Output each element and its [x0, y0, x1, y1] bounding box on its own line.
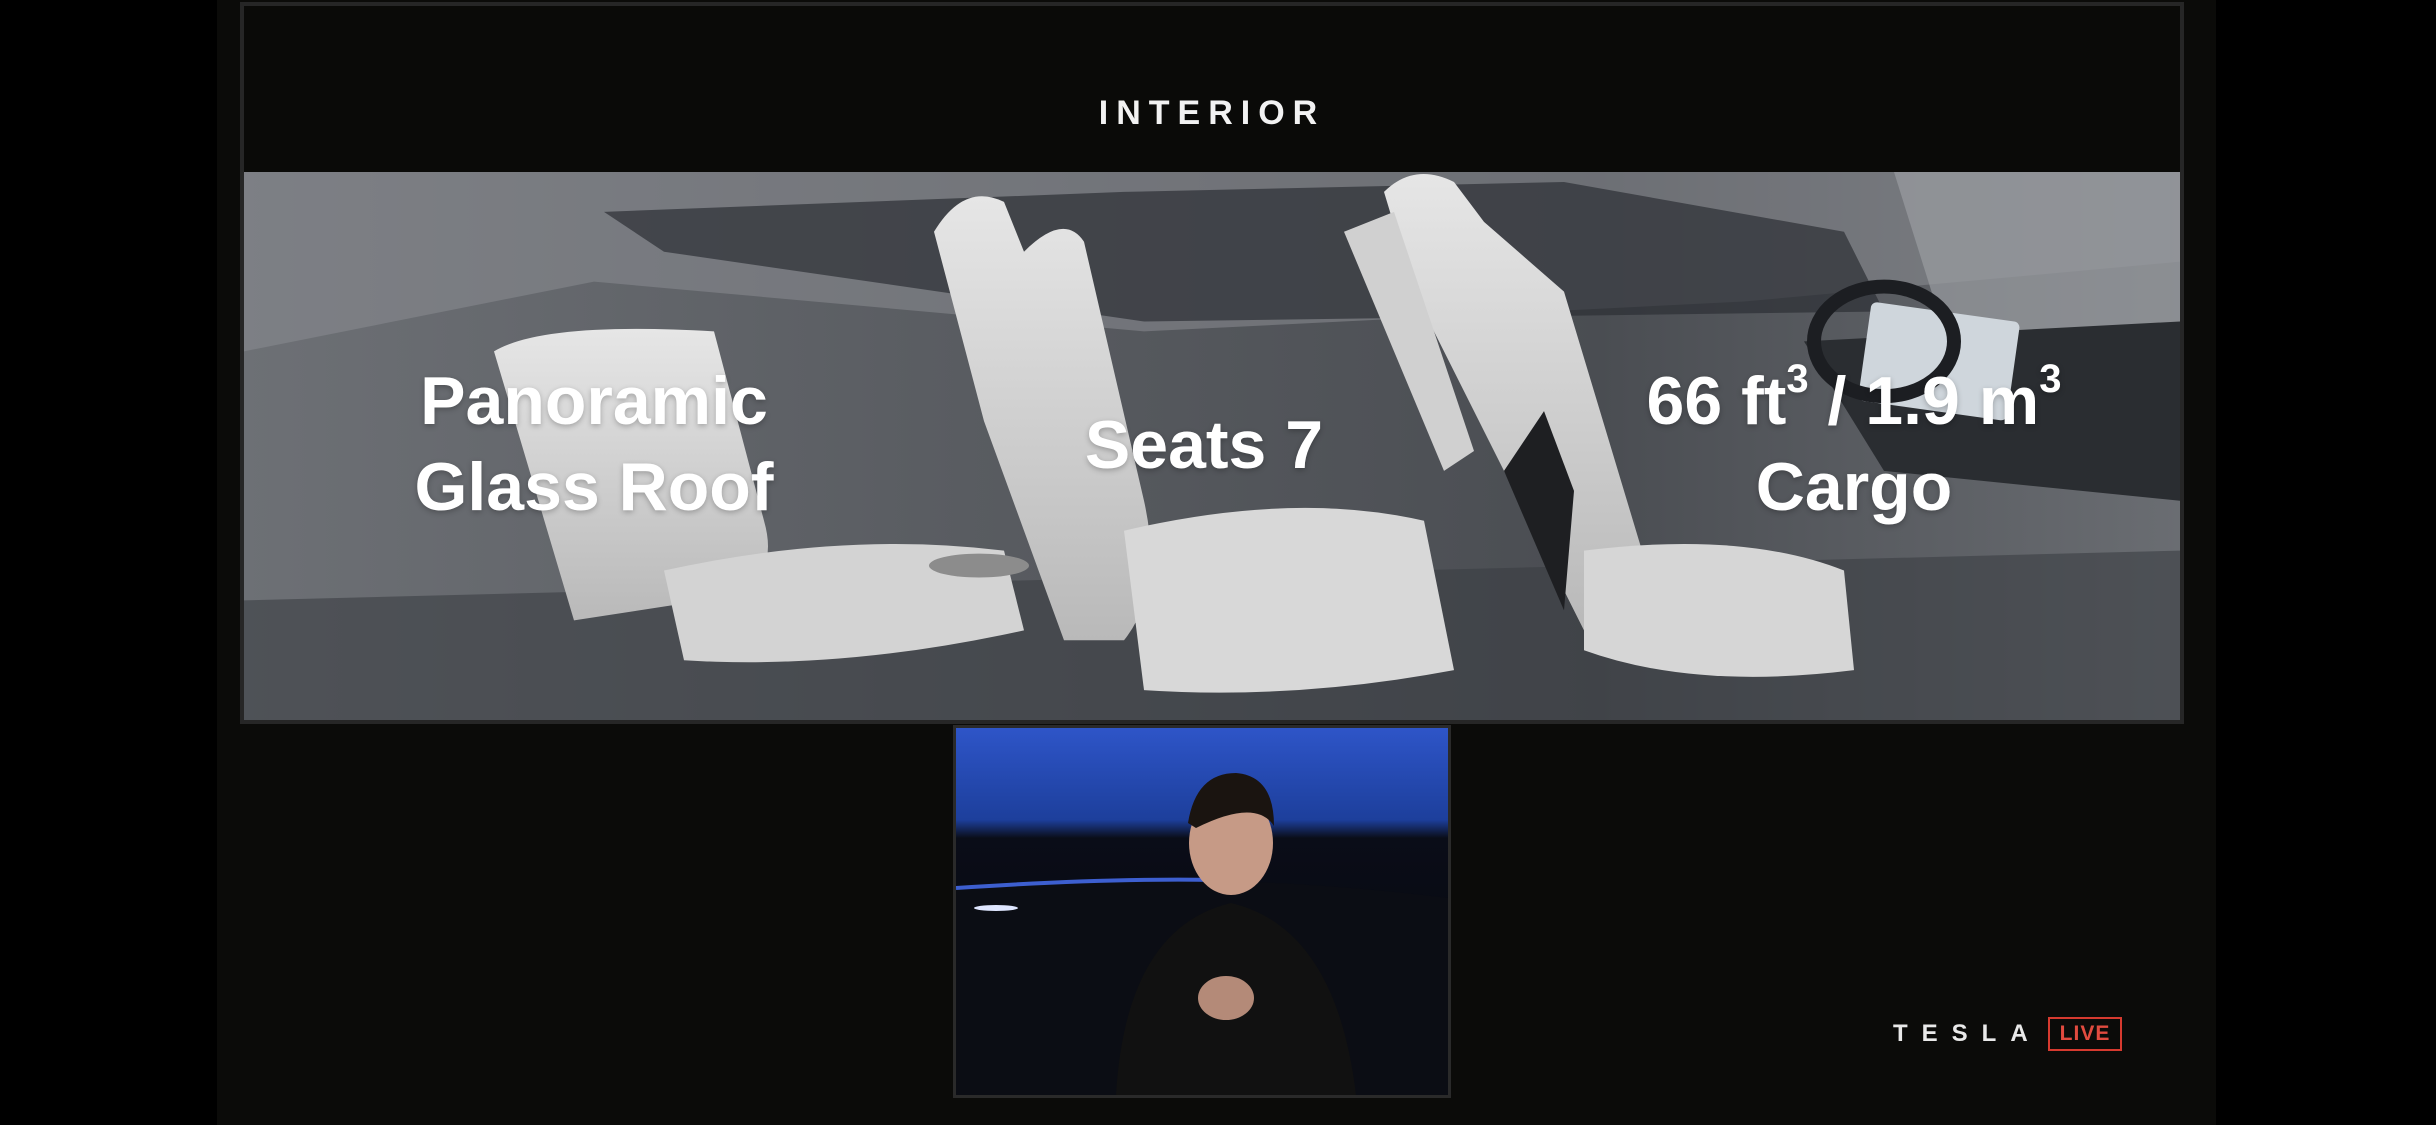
- feature-cargo: 66 ft3 / 1.9 m3 Cargo: [1564, 358, 2144, 530]
- feature-seats: Seats 7: [1034, 402, 1374, 488]
- cargo-value-ft: 66 ft: [1646, 363, 1787, 439]
- feature-cargo-line1: 66 ft3 / 1.9 m3: [1564, 358, 2144, 444]
- feature-glass-roof-line2: Glass Roof: [414, 449, 774, 525]
- presentation-slide: INTERIOR Panoramic Glass Roof Seats 7 66…: [240, 2, 2184, 724]
- presenter-video: [953, 725, 1451, 1098]
- slide-title: INTERIOR: [1098, 94, 1326, 132]
- presenter-video-frame: [956, 728, 1448, 1095]
- live-badge: LIVE: [2047, 1017, 2123, 1051]
- cargo-m-exponent: 3: [2039, 357, 2062, 401]
- feature-seats-line1: Seats 7: [1084, 407, 1324, 483]
- tesla-live-brand: TESLA LIVE: [1893, 1016, 2123, 1052]
- cargo-value-m: / 1.9 m: [1808, 363, 2040, 439]
- car-interior-image: Panoramic Glass Roof Seats 7 66 ft3 / 1.…: [244, 172, 2180, 720]
- slide-header: INTERIOR: [244, 6, 2180, 172]
- feature-glass-roof: Panoramic Glass Roof: [334, 358, 854, 530]
- feature-cargo-line2: Cargo: [1755, 449, 1953, 525]
- tesla-wordmark: TESLA: [1893, 1020, 2042, 1047]
- feature-glass-roof-line1: Panoramic: [420, 363, 768, 439]
- cargo-ft-exponent: 3: [1786, 357, 1809, 401]
